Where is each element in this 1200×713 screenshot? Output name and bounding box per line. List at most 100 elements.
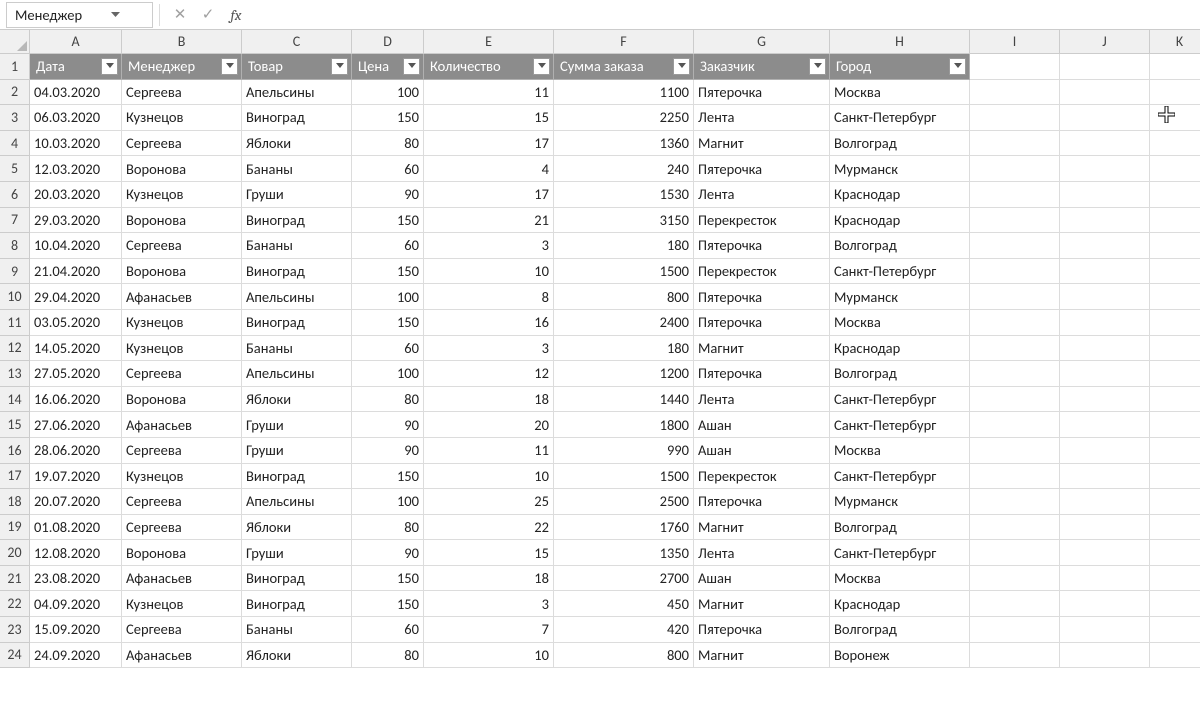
cell[interactable]: Мурманск	[830, 156, 970, 182]
cell[interactable]: 2400	[554, 310, 694, 336]
column-header-J[interactable]: J	[1060, 30, 1150, 54]
cell[interactable]: Кузнецов	[122, 336, 242, 362]
cell[interactable]	[1060, 131, 1150, 157]
cell[interactable]: Воронеж	[830, 643, 970, 669]
row-header[interactable]: 3	[0, 105, 30, 131]
cell[interactable]: 2700	[554, 566, 694, 592]
cell[interactable]	[970, 438, 1060, 464]
cell[interactable]: Лента	[694, 182, 830, 208]
cell[interactable]: Магнит	[694, 336, 830, 362]
cell[interactable]: Москва	[830, 438, 970, 464]
cell[interactable]: 1800	[554, 412, 694, 438]
cell[interactable]	[1060, 259, 1150, 285]
cell[interactable]: 15.09.2020	[30, 617, 122, 643]
cell[interactable]: Афанасьев	[122, 284, 242, 310]
cell[interactable]: 3	[424, 336, 554, 362]
select-all-corner[interactable]	[0, 30, 30, 54]
cell[interactable]	[970, 310, 1060, 336]
cell[interactable]	[970, 208, 1060, 234]
cell[interactable]	[1150, 80, 1200, 106]
cell[interactable]: 20	[424, 412, 554, 438]
cell[interactable]: 180	[554, 336, 694, 362]
cell[interactable]: Апельсины	[242, 284, 352, 310]
cell[interactable]: Сергеева	[122, 617, 242, 643]
cell[interactable]: 7	[424, 617, 554, 643]
cell[interactable]: 90	[352, 412, 424, 438]
cell[interactable]: Яблоки	[242, 515, 352, 541]
cell[interactable]: 1530	[554, 182, 694, 208]
row-header[interactable]: 20	[0, 540, 30, 566]
cell[interactable]: Пятерочка	[694, 80, 830, 106]
cell[interactable]: Виноград	[242, 208, 352, 234]
cell[interactable]: 22	[424, 515, 554, 541]
cell[interactable]: 23.08.2020	[30, 566, 122, 592]
cell[interactable]	[1150, 54, 1200, 80]
cell[interactable]: Сергеева	[122, 233, 242, 259]
cell[interactable]	[1150, 259, 1200, 285]
cell[interactable]: Москва	[830, 310, 970, 336]
filter-dropdown-icon[interactable]	[221, 58, 238, 75]
cell[interactable]	[1060, 80, 1150, 106]
cell[interactable]: 150	[352, 105, 424, 131]
row-header[interactable]: 22	[0, 591, 30, 617]
cell[interactable]	[970, 566, 1060, 592]
cell[interactable]	[1060, 310, 1150, 336]
cell[interactable]: 3	[424, 591, 554, 617]
cell[interactable]: Груши	[242, 412, 352, 438]
cell[interactable]: Апельсины	[242, 489, 352, 515]
cell[interactable]: Магнит	[694, 643, 830, 669]
filter-dropdown-icon[interactable]	[331, 58, 348, 75]
cell[interactable]: Виноград	[242, 105, 352, 131]
table-header-cell[interactable]: Город	[830, 54, 970, 80]
cell[interactable]: 16	[424, 310, 554, 336]
cell[interactable]: Груши	[242, 182, 352, 208]
filter-dropdown-icon[interactable]	[533, 58, 550, 75]
cell[interactable]: Магнит	[694, 591, 830, 617]
cell[interactable]: 1500	[554, 259, 694, 285]
cell[interactable]: Бананы	[242, 617, 352, 643]
cell[interactable]	[1060, 336, 1150, 362]
cell[interactable]: Санкт-Петербург	[830, 259, 970, 285]
cell[interactable]	[1150, 233, 1200, 259]
cell[interactable]	[1060, 464, 1150, 490]
cell[interactable]: 29.03.2020	[30, 208, 122, 234]
cell[interactable]: 1440	[554, 387, 694, 413]
cell[interactable]: 27.06.2020	[30, 412, 122, 438]
cell[interactable]: Санкт-Петербург	[830, 412, 970, 438]
cell[interactable]: 12	[424, 361, 554, 387]
cell[interactable]: Яблоки	[242, 643, 352, 669]
cell[interactable]: Бананы	[242, 336, 352, 362]
cell[interactable]: 16.06.2020	[30, 387, 122, 413]
cell[interactable]: Магнит	[694, 131, 830, 157]
row-header[interactable]: 19	[0, 515, 30, 541]
cell[interactable]: 90	[352, 438, 424, 464]
cell[interactable]: Пятерочка	[694, 156, 830, 182]
cell[interactable]	[1060, 156, 1150, 182]
cell[interactable]: 60	[352, 336, 424, 362]
cell[interactable]: Сергеева	[122, 131, 242, 157]
cell[interactable]	[970, 464, 1060, 490]
cell[interactable]: Бананы	[242, 156, 352, 182]
cell[interactable]	[1060, 438, 1150, 464]
cell[interactable]	[1060, 566, 1150, 592]
cell[interactable]: 60	[352, 617, 424, 643]
cell[interactable]: Москва	[830, 80, 970, 106]
row-header[interactable]: 17	[0, 464, 30, 490]
cell[interactable]: 2500	[554, 489, 694, 515]
cell[interactable]	[1150, 387, 1200, 413]
cell[interactable]: Сергеева	[122, 438, 242, 464]
cell[interactable]: Лента	[694, 387, 830, 413]
cell[interactable]: Афанасьев	[122, 566, 242, 592]
cell[interactable]: Ашан	[694, 438, 830, 464]
cell[interactable]	[970, 259, 1060, 285]
cell[interactable]	[1150, 464, 1200, 490]
cell[interactable]: Москва	[830, 566, 970, 592]
cell[interactable]: 28.06.2020	[30, 438, 122, 464]
cell[interactable]: 18	[424, 566, 554, 592]
formula-input[interactable]	[250, 2, 1200, 28]
cell[interactable]: 80	[352, 515, 424, 541]
cell[interactable]	[970, 105, 1060, 131]
cell[interactable]: 150	[352, 566, 424, 592]
cell[interactable]: Пятерочка	[694, 617, 830, 643]
cell[interactable]	[1060, 489, 1150, 515]
